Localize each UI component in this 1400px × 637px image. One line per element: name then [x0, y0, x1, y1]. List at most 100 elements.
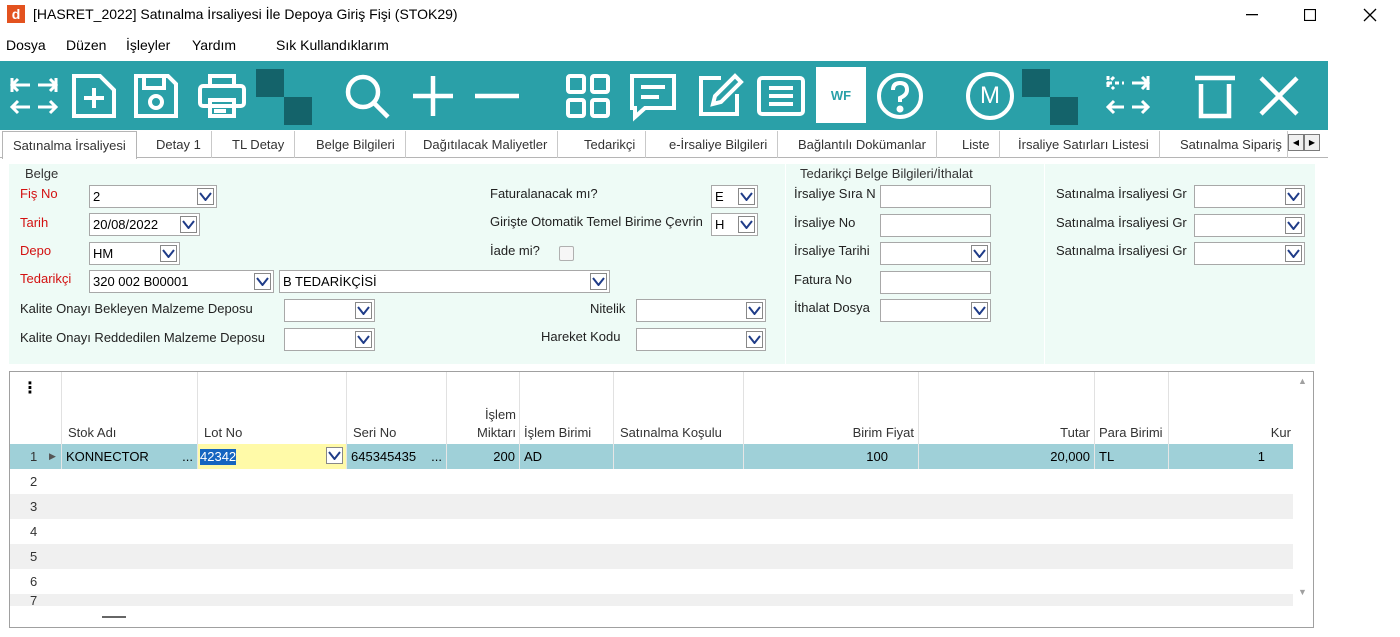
fatura-no-field[interactable]: [880, 271, 991, 294]
grup-kodu-1-field[interactable]: [1194, 185, 1305, 208]
tab-baglantili-dokumanlar[interactable]: Bağlantılı Dokümanlar: [788, 131, 937, 158]
save-button[interactable]: [128, 61, 184, 130]
add-button[interactable]: [404, 61, 462, 130]
hareket-kodu-dropdown[interactable]: [746, 331, 763, 348]
print-button[interactable]: [192, 61, 252, 130]
tarih-field[interactable]: 20/08/2022: [89, 213, 200, 236]
irsaliye-sira-field[interactable]: [880, 185, 991, 208]
workflow-button[interactable]: WF: [816, 67, 866, 123]
col-para-birimi[interactable]: Para Birimi: [1094, 372, 1168, 444]
grup-kodu-2-dropdown[interactable]: [1285, 217, 1302, 234]
tab-detay-1[interactable]: Detay 1: [146, 131, 212, 158]
table-row[interactable]: 1 ▶ KONNECTOR ... 42342 645345435 ... 20…: [10, 444, 1295, 469]
grup-kodu-3-field[interactable]: [1194, 242, 1305, 265]
col-islem-miktari[interactable]: İşlem Miktarı: [446, 372, 519, 444]
cell-miktar[interactable]: 200: [446, 444, 519, 469]
delete-button[interactable]: [1186, 61, 1244, 130]
kalite-reddedilen-field[interactable]: [284, 328, 375, 351]
swap-arrows-button[interactable]: [6, 61, 62, 130]
cell-tutar[interactable]: 20,000: [918, 444, 1094, 469]
iade-checkbox[interactable]: [559, 246, 574, 261]
table-row[interactable]: 7: [10, 594, 1295, 606]
faturalanacak-field[interactable]: E: [711, 185, 758, 208]
tab-belge-bilgileri[interactable]: Belge Bilgileri: [306, 131, 406, 158]
col-satinalma-kosulu[interactable]: Satınalma Koşulu: [613, 372, 743, 444]
giriste-dropdown[interactable]: [738, 216, 755, 233]
faturalanacak-dropdown[interactable]: [738, 188, 755, 205]
menu-duzen[interactable]: Düzen: [66, 37, 106, 53]
hareket-kodu-field[interactable]: [636, 328, 766, 351]
depo-field[interactable]: HM: [89, 242, 180, 265]
table-row[interactable]: 2: [10, 469, 1295, 494]
tab-satinalma-irsaliyesi[interactable]: Satınalma İrsaliyesi: [2, 131, 137, 159]
list-button[interactable]: [752, 61, 810, 130]
message-button[interactable]: [624, 61, 682, 130]
nitelik-dropdown[interactable]: [746, 302, 763, 319]
tedarikci-code-field[interactable]: 320 002 B00001: [89, 270, 274, 293]
col-birim-fiyat[interactable]: Birim Fiyat: [743, 372, 918, 444]
irsaliye-tarihi-field[interactable]: [880, 242, 991, 265]
cell-islem-birimi[interactable]: AD: [519, 444, 613, 469]
tab-liste[interactable]: Liste: [952, 131, 1001, 158]
tab-tl-detay[interactable]: TL Detay: [222, 131, 296, 158]
col-tutar[interactable]: Tutar: [918, 372, 1094, 444]
cell-birim-fiyat[interactable]: 100: [743, 444, 918, 469]
tedarikci-name-dropdown[interactable]: [590, 273, 607, 290]
cell-satinalma-kosulu[interactable]: [613, 444, 743, 469]
tedarikci-code-dropdown[interactable]: [254, 273, 271, 290]
tedarikci-name-field[interactable]: B TEDARİKÇİSİ: [279, 270, 610, 293]
depo-dropdown[interactable]: [160, 245, 177, 262]
scroll-up-icon[interactable]: ▲: [1298, 376, 1307, 386]
cell-lot-no[interactable]: 42342: [197, 444, 346, 469]
table-row[interactable]: 3: [10, 494, 1295, 519]
maximize-button[interactable]: [1280, 0, 1340, 30]
tab-dagitilacak-maliyetler[interactable]: Dağıtılacak Maliyetler: [413, 131, 559, 158]
ithalat-dosya-dropdown[interactable]: [971, 302, 988, 319]
scroll-down-icon[interactable]: ▼: [1298, 587, 1307, 597]
grup-kodu-3-dropdown[interactable]: [1285, 245, 1302, 262]
grid-menu-icon[interactable]: ⋮: [22, 378, 38, 398]
kalite-bekleyen-field[interactable]: [284, 299, 375, 322]
remove-button[interactable]: [468, 61, 526, 130]
giriste-field[interactable]: H: [711, 213, 758, 236]
menu-dosya[interactable]: Dosya: [6, 37, 46, 53]
grid-view-button[interactable]: [560, 61, 616, 130]
cell-para-birimi[interactable]: TL: [1094, 444, 1168, 469]
horizontal-scroll-thumb[interactable]: [102, 616, 126, 618]
close-form-button[interactable]: [1250, 61, 1308, 130]
grup-kodu-1-dropdown[interactable]: [1285, 188, 1302, 205]
kalite-reddedilen-dropdown[interactable]: [355, 331, 372, 348]
menu-sik-kullandiklarim[interactable]: Sık Kullandıklarım: [276, 37, 389, 53]
fis-no-field[interactable]: 2: [89, 185, 217, 208]
lot-no-dropdown[interactable]: [326, 447, 343, 464]
tab-tedarikci[interactable]: Tedarikçi: [574, 131, 647, 158]
tab-satinalma-siparis[interactable]: Satınalma Sipariş: [1170, 131, 1288, 158]
menu-islemler[interactable]: İşleyler: [126, 37, 170, 53]
kalite-bekleyen-dropdown[interactable]: [355, 302, 372, 319]
m-button[interactable]: M: [958, 61, 1022, 130]
new-document-button[interactable]: [66, 61, 122, 130]
table-row[interactable]: 6: [10, 569, 1295, 594]
help-button[interactable]: [870, 61, 930, 130]
cell-seri-no[interactable]: 645345435 ...: [346, 444, 446, 469]
fis-no-dropdown[interactable]: [197, 188, 214, 205]
tab-scroll-right-button[interactable]: ▶: [1304, 134, 1320, 151]
cell-lot-no-value[interactable]: 42342: [200, 449, 237, 465]
ithalat-dosya-field[interactable]: [880, 299, 991, 322]
col-seri-no[interactable]: Seri No: [346, 372, 446, 444]
close-window-button[interactable]: [1340, 0, 1400, 30]
col-lot-no[interactable]: Lot No: [197, 372, 346, 444]
tab-scroll-left-button[interactable]: ◀: [1288, 134, 1304, 151]
irsaliye-no-field[interactable]: [880, 214, 991, 237]
expand-arrows-button[interactable]: [1098, 61, 1158, 130]
grup-kodu-2-field[interactable]: [1194, 214, 1305, 237]
tab-e-irsaliye-bilgileri[interactable]: e-İrsaliye Bilgileri: [659, 131, 779, 158]
irsaliye-tarihi-dropdown[interactable]: [971, 245, 988, 262]
cell-seri-no-ellipsis[interactable]: ...: [431, 444, 442, 469]
col-kur[interactable]: Kur: [1168, 372, 1295, 444]
menu-yardim[interactable]: Yardım: [192, 37, 236, 53]
cell-kur[interactable]: 1: [1168, 444, 1295, 469]
col-stok-adi[interactable]: Stok Adı: [61, 372, 197, 444]
tab-irsaliye-satirlari-listesi[interactable]: İrsaliye Satırları Listesi: [1008, 131, 1160, 158]
minimize-button[interactable]: [1222, 0, 1282, 30]
